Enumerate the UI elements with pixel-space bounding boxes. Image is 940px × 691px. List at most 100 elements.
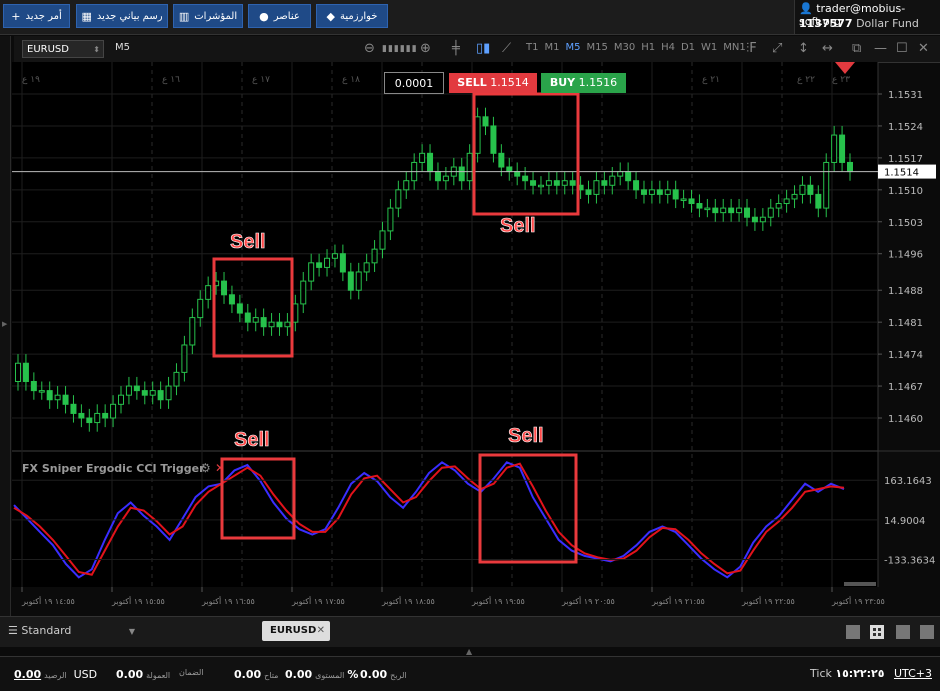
level-label: المستوى — [315, 671, 345, 680]
symbol-selector[interactable]: EURUSD ⬍ — [22, 40, 104, 58]
indicator-title: FX Sniper Ergodic CCI Trigger — [22, 462, 205, 475]
account-number: 1137577 — [799, 17, 853, 30]
sell-button[interactable]: SELL 1.1514 — [449, 73, 537, 93]
zoom-out-icon[interactable]: ⊖ — [364, 40, 375, 58]
tf-D1[interactable]: D1 — [681, 42, 695, 53]
zoom-in-icon[interactable]: ⊕ — [420, 40, 431, 58]
tick-mode: Tick — [810, 667, 832, 680]
candle-body — [601, 180, 608, 186]
candle-body — [141, 390, 148, 396]
chevron-down-icon: ▼ — [128, 627, 136, 636]
layout-rows-icon[interactable] — [920, 625, 934, 639]
fibonacci-icon[interactable]: ⫶F — [746, 40, 757, 58]
time-tick-label: ١٤:٥٥ ١٩ أكتوبر — [21, 596, 75, 606]
price-tick-label: 1.1474 — [888, 350, 923, 361]
candle-body — [70, 403, 77, 414]
new-order-button[interactable]: + أمر جديد — [3, 4, 70, 28]
indicator-tick-label: -133.3634 — [884, 556, 935, 567]
tf-M5[interactable]: M5 — [565, 42, 580, 53]
candle-body — [498, 152, 505, 168]
tf-W1[interactable]: W1 — [701, 42, 717, 53]
maximize-icon[interactable]: ☐ — [896, 40, 908, 58]
chart-svg[interactable]: 1.1531 1.1524 1.1517 1.1510 1.1503 1.1496 1.14… — [12, 62, 940, 612]
detach-window-icon[interactable]: ⧉ — [852, 40, 861, 58]
candle-body — [712, 207, 719, 214]
chart-scrollbar[interactable] — [844, 582, 876, 586]
tf-MN1[interactable]: MN1 — [723, 42, 745, 53]
tf-M30[interactable]: M30 — [614, 42, 635, 53]
candle-body — [625, 171, 632, 182]
algorithm-icon: ◆ — [326, 9, 335, 23]
time-tick-label: ١٧:٥٥ ١٩ أكتوبر — [291, 596, 345, 606]
user-icon: 👤 — [799, 2, 813, 15]
line-chart-icon[interactable]: ⟋ — [502, 40, 511, 58]
tab-eurusd[interactable]: EURUSD ✕ — [262, 621, 330, 641]
candle-body — [617, 171, 624, 177]
vertical-line-icon[interactable]: ↕ — [798, 40, 809, 58]
new-chart-button[interactable]: ▦ رسم بياني جديد — [76, 4, 168, 28]
candle-body — [347, 271, 354, 291]
panel-resize-handle-icon[interactable]: ▲ — [466, 647, 472, 656]
close-icon[interactable]: ✕ — [918, 40, 929, 58]
candle-body — [221, 280, 228, 296]
indicators-label: المؤشرات — [194, 10, 238, 22]
chart-icon: ▦ — [81, 9, 92, 23]
trendline-icon[interactable]: ⤢ — [772, 40, 782, 58]
date-mark: ١٨ ع — [342, 75, 360, 85]
candle-body — [387, 207, 394, 232]
algorithm-button[interactable]: ◆ خوارزمية — [316, 4, 388, 28]
minimize-icon[interactable]: — — [874, 40, 887, 58]
tab-close-icon[interactable]: ✕ — [317, 621, 325, 641]
tf-T1[interactable]: T1 — [526, 42, 538, 53]
chart-area[interactable]: 1.1531 1.1524 1.1517 1.1510 1.1503 1.1496 1.14… — [12, 62, 940, 612]
sell-label-2: Sell — [500, 215, 536, 237]
candle-body — [545, 180, 552, 186]
tf-H4[interactable]: H4 — [661, 42, 675, 53]
candle-body — [688, 198, 695, 205]
candle-body — [339, 253, 346, 273]
tf-M15[interactable]: M15 — [586, 42, 607, 53]
elements-button[interactable]: ● عناصر — [248, 4, 311, 28]
candle-body — [585, 189, 592, 195]
left-collapse-strip[interactable]: ▶ — [0, 36, 11, 616]
account-panel[interactable]: 👤 trader@mobius-soft.org 1137577 Dollar … — [794, 0, 940, 34]
level-value: 0.00 — [285, 668, 313, 681]
candle-body — [110, 403, 117, 419]
candle-body — [189, 317, 196, 346]
candle-chart-icon[interactable]: ▯▮ — [476, 40, 490, 58]
layout-single-icon[interactable] — [846, 625, 860, 639]
candle-body — [173, 371, 180, 387]
candle-body — [54, 394, 61, 401]
layout-columns-icon[interactable] — [896, 625, 910, 639]
indicators-button[interactable]: ▥ المؤشرات — [173, 4, 243, 28]
candle-body — [268, 321, 275, 328]
zoom-slider[interactable]: ▮▮▮▮▮▮ — [382, 40, 418, 58]
candle-body — [94, 412, 101, 424]
bar-chart-icon[interactable]: ╪ — [452, 40, 460, 58]
candle-body — [331, 253, 338, 259]
candle-body — [831, 134, 838, 163]
lot-size-input[interactable]: 0.0001 — [384, 72, 444, 94]
buy-price: 1.1516 — [578, 76, 618, 89]
candle-body — [514, 171, 521, 177]
candle-body — [205, 285, 212, 300]
tf-M1[interactable]: M1 — [544, 42, 559, 53]
candle-body — [522, 175, 529, 182]
time-tick-label: ٢١:٥٥ ١٩ أكتوبر — [651, 596, 705, 606]
indicator-remove-icon[interactable]: ✕ — [215, 461, 225, 475]
price-tick-label: 1.1496 — [888, 250, 923, 261]
timezone-selector[interactable]: UTC+3 — [894, 667, 932, 680]
candle-body — [458, 166, 465, 182]
candle-body — [419, 152, 426, 163]
layout-selector[interactable]: ☰ Standard ▼ — [8, 624, 135, 637]
commission-label: العمولة — [146, 671, 171, 680]
buy-button[interactable]: BUY 1.1516 — [541, 73, 626, 93]
candle-body — [553, 180, 560, 186]
horizontal-line-icon[interactable]: ↔ — [822, 40, 833, 58]
tf-H1[interactable]: H1 — [641, 42, 655, 53]
price-axis: 1.1531 1.1524 1.1517 1.1510 1.1503 1.1496 1.14… — [878, 90, 923, 425]
commission-stat: 0.00 العمولة — [116, 668, 170, 681]
indicator-settings-icon[interactable]: ⚙ — [200, 461, 211, 475]
layout-grid-icon[interactable] — [870, 625, 884, 639]
candle-body — [197, 298, 204, 319]
